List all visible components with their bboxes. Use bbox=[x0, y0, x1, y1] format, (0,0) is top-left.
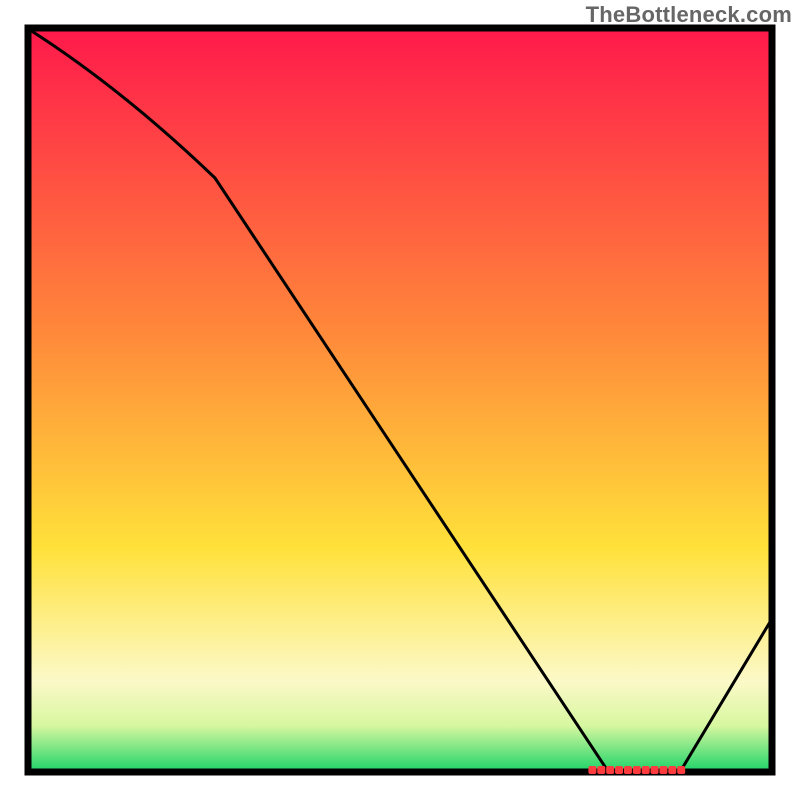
optimal-marker-strip bbox=[588, 766, 685, 774]
chart-canvas bbox=[0, 0, 800, 800]
plot-background bbox=[30, 30, 770, 770]
watermark-text: TheBottleneck.com bbox=[586, 2, 792, 28]
